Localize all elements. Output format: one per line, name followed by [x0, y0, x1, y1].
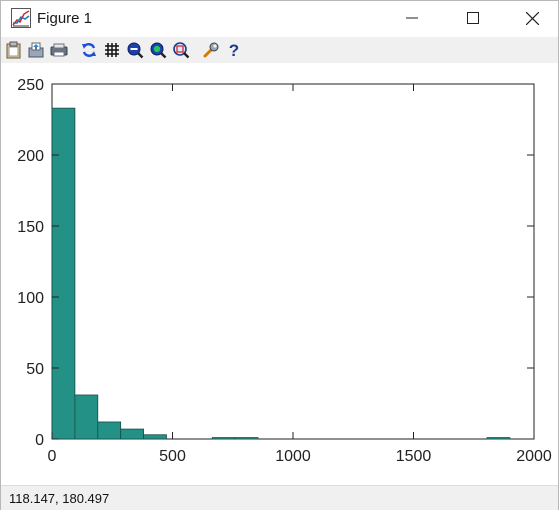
x-tick-label: 2000 — [516, 448, 552, 465]
maximize-button[interactable] — [444, 1, 502, 35]
y-tick-label: 100 — [17, 290, 44, 307]
zoom-in-icon[interactable] — [148, 40, 168, 60]
histogram-bar — [51, 107, 76, 440]
y-tick-label: 250 — [17, 77, 44, 94]
y-tick-label: 50 — [26, 361, 44, 378]
refresh-icon[interactable] — [79, 40, 99, 60]
histogram-chart[interactable]: 0 500 1000 1500 2000 0 50 100 150 200 250 — [1, 63, 558, 485]
preferences-icon[interactable] — [201, 40, 221, 60]
x-tick-label: 1500 — [396, 448, 432, 465]
zoom-box-icon[interactable] — [171, 40, 191, 60]
x-tick-label: 1000 — [275, 448, 311, 465]
copy-icon[interactable] — [4, 40, 24, 60]
help-icon[interactable]: ? — [224, 40, 244, 60]
x-tick-label: 0 — [48, 448, 57, 465]
plot-area[interactable]: 0 500 1000 1500 2000 0 50 100 150 200 250 — [1, 63, 558, 485]
grid-icon[interactable] — [102, 40, 122, 60]
status-bar: 118.147, 180.497 — [1, 485, 558, 510]
histogram-bar — [74, 394, 99, 440]
x-tick-label: 500 — [159, 448, 186, 465]
histogram-bar — [486, 437, 511, 440]
minimize-button[interactable] — [383, 1, 441, 35]
y-tick-label: 200 — [17, 148, 44, 165]
export-icon[interactable] — [26, 40, 46, 60]
title-bar[interactable]: Figure 1 — [1, 1, 558, 37]
figure-app-icon — [11, 8, 31, 28]
maximize-icon — [467, 12, 479, 24]
axes-frame — [51, 83, 535, 440]
y-tick-label: 150 — [17, 219, 44, 236]
histogram-bar — [120, 428, 144, 440]
histogram-bar — [143, 434, 167, 440]
print-icon[interactable] — [49, 40, 69, 60]
close-button[interactable] — [503, 1, 559, 35]
figure-toolbar: ? — [1, 37, 558, 63]
figure-window: Figure 1 ? 0 500 1000 1500 2000 0 50 100… — [0, 0, 559, 510]
histogram-bar — [97, 421, 122, 440]
y-tick-label: 0 — [35, 432, 44, 449]
zoom-out-icon[interactable] — [125, 40, 145, 60]
cursor-coordinates: 118.147, 180.497 — [9, 491, 110, 506]
close-icon — [525, 11, 539, 25]
histogram-bar — [234, 437, 259, 440]
window-title: Figure 1 — [37, 10, 93, 27]
svg-text:?: ? — [229, 41, 239, 59]
minimize-icon — [406, 17, 418, 19]
histogram-bar — [211, 437, 236, 440]
